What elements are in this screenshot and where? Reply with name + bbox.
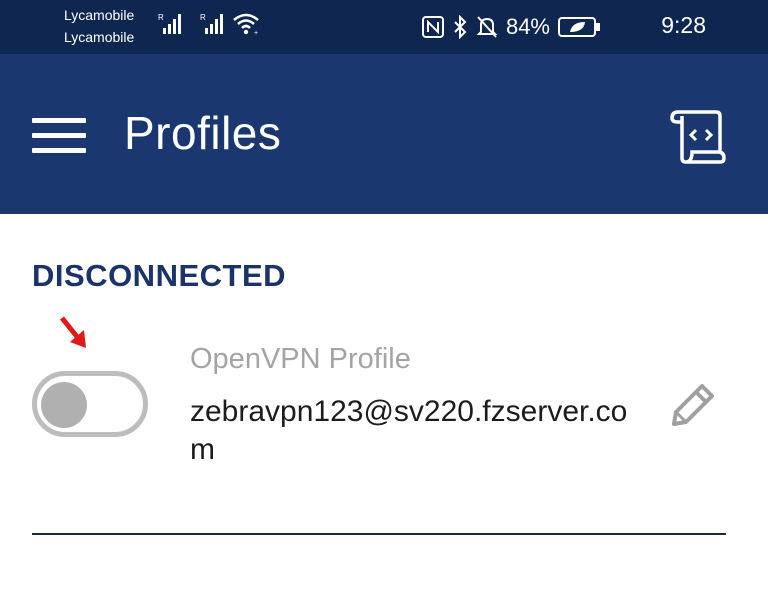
annotation-arrow-icon	[60, 316, 86, 348]
signal-roaming-icon: R	[200, 13, 223, 34]
status-icons: 84%	[421, 10, 602, 44]
carrier-label-1: Lycamobile	[64, 7, 135, 23]
page-title: Profiles	[124, 107, 282, 159]
svg-text:R: R	[200, 13, 206, 22]
profile-server[interactable]: zebravpn123@sv220.fzserver.com	[190, 393, 650, 469]
battery-percent: 84%	[505, 14, 550, 39]
svg-text:+: +	[254, 30, 258, 36]
profile-connect-toggle[interactable]	[32, 371, 148, 437]
hamburger-menu-icon[interactable]	[30, 114, 88, 158]
mute-icon	[476, 16, 498, 38]
bluetooth-icon	[454, 15, 467, 39]
toggle-knob	[41, 382, 87, 428]
signal-roaming-icon: R	[158, 13, 181, 34]
connection-status-heading: DISCONNECTED	[32, 258, 287, 293]
log-scroll-icon[interactable]	[668, 108, 728, 164]
status-bar: Lycamobile Lycamobile R R + 84% 9:28	[0, 0, 768, 54]
svg-text:R: R	[158, 13, 164, 22]
wifi-icon: +	[233, 13, 259, 36]
divider	[32, 533, 726, 535]
profile-name[interactable]: OpenVPN Profile	[190, 343, 411, 376]
carrier-label-2: Lycamobile	[64, 29, 135, 45]
battery-saver-icon	[558, 17, 600, 37]
nfc-icon	[421, 16, 444, 38]
app-bar: Profiles	[0, 54, 768, 214]
pencil-icon[interactable]	[666, 378, 720, 432]
clock: 9:28	[661, 12, 706, 38]
